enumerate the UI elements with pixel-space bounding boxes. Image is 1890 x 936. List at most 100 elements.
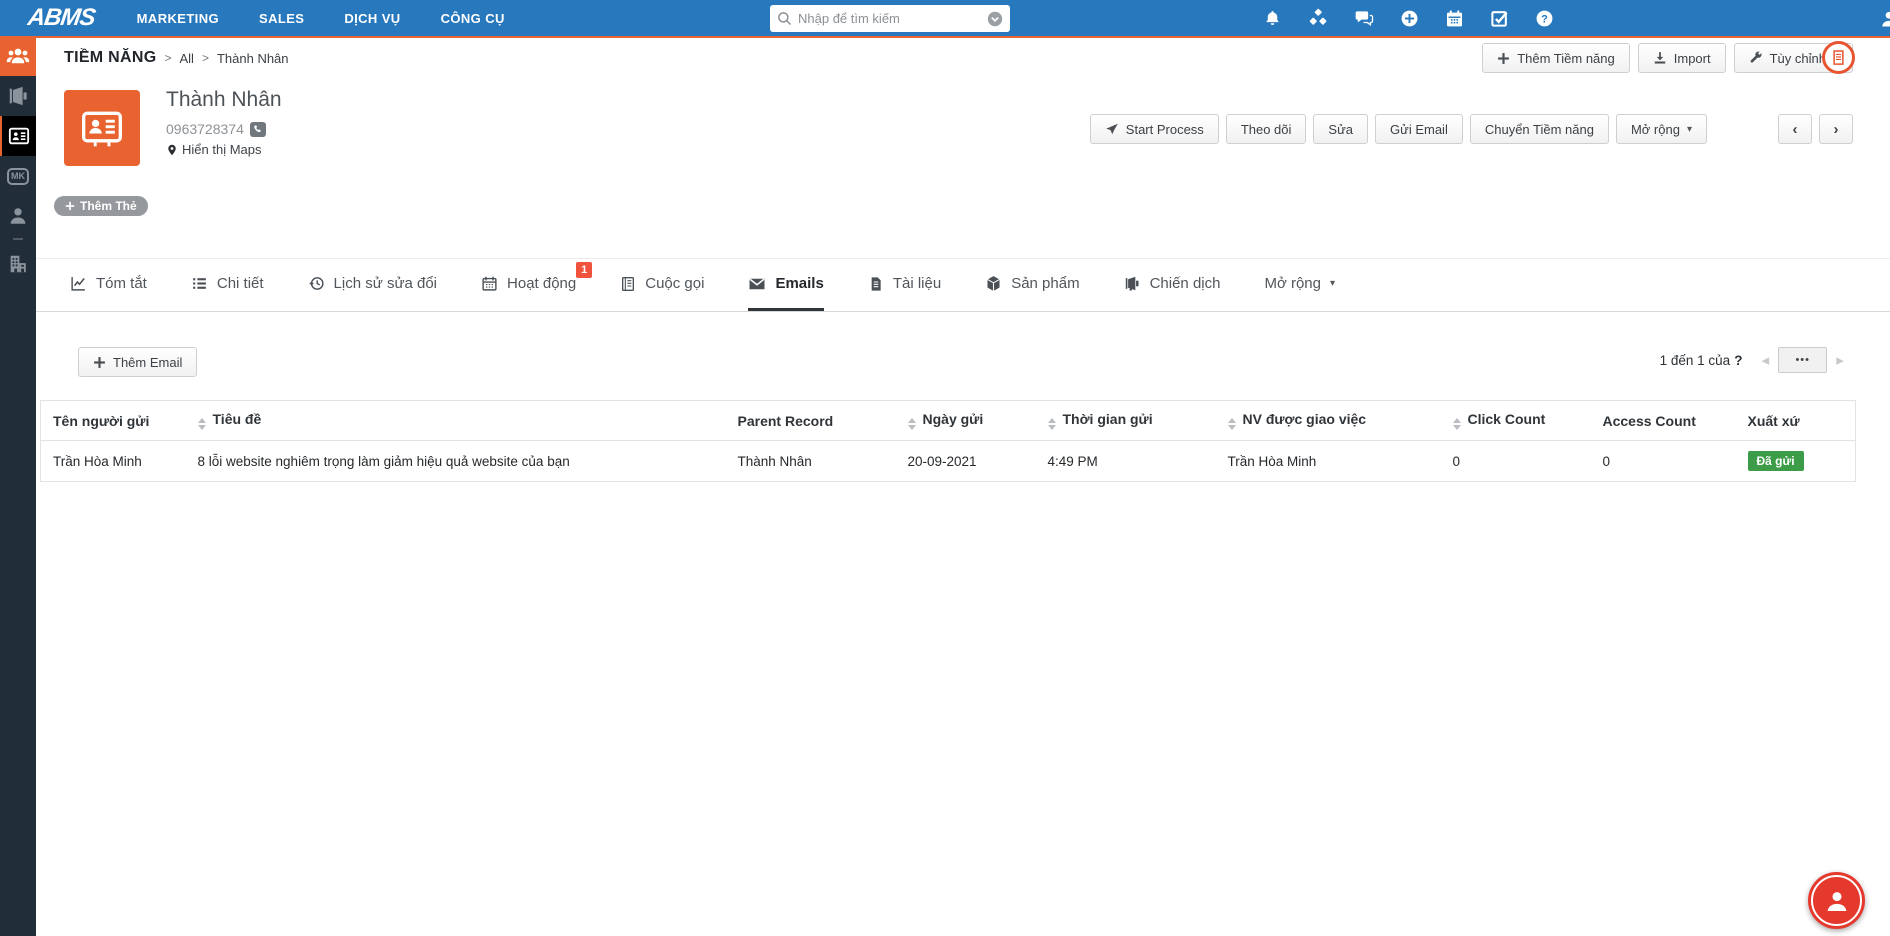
sort-icon[interactable] bbox=[197, 418, 206, 430]
emails-table: Tên người gửi Tiêu đề Parent Record Ngày… bbox=[40, 400, 1856, 482]
cell-origin: Đã gửi bbox=[1735, 440, 1856, 482]
person-icon bbox=[10, 208, 26, 224]
group-users-icon bbox=[6, 48, 30, 64]
tab-mod-history[interactable]: Lịch sử sửa đổi bbox=[308, 259, 437, 311]
follow-button[interactable]: Theo dõi bbox=[1225, 114, 1307, 144]
sort-icon[interactable] bbox=[1227, 418, 1236, 430]
add-tag-button[interactable]: Thêm Thẻ bbox=[54, 196, 148, 216]
search-type-chevron-icon[interactable] bbox=[987, 11, 1003, 27]
page-previous-button[interactable]: ◂ bbox=[1752, 351, 1778, 369]
sort-icon[interactable] bbox=[1047, 418, 1056, 430]
help-question-icon[interactable]: ? bbox=[1535, 9, 1554, 28]
import-button[interactable]: Import bbox=[1637, 43, 1726, 73]
module-toolbar: Thêm Tiềm năng Import Tùy chỉnh ▾ bbox=[1482, 43, 1853, 73]
breadcrumb-separator: > bbox=[201, 51, 209, 65]
add-email-button[interactable]: Thêm Email bbox=[78, 347, 198, 377]
tab-calls[interactable]: Cuộc gọi bbox=[620, 259, 704, 311]
tab-activities[interactable]: Hoạt động 1 bbox=[481, 259, 593, 311]
apps-cubes-icon[interactable] bbox=[1308, 8, 1328, 28]
breadcrumb-record: Thành Nhân bbox=[216, 50, 289, 66]
send-email-button[interactable]: Gửi Email bbox=[1375, 114, 1463, 144]
tab-summary[interactable]: Tóm tắt bbox=[70, 259, 147, 311]
main-menu: MARKETING SALES DỊCH VỤ CÔNG CỤ bbox=[137, 11, 505, 26]
page-more-button[interactable]: ••• bbox=[1778, 347, 1827, 373]
cell-click-count: 0 bbox=[1440, 440, 1591, 482]
support-floating-button[interactable] bbox=[1808, 872, 1865, 929]
app-logo[interactable]: ABMS bbox=[26, 4, 97, 32]
sidebar-item-leads-app[interactable] bbox=[0, 36, 36, 76]
cell-sender: Trần Hòa Minh bbox=[40, 440, 186, 482]
navbar-icons: ? bbox=[1263, 0, 1554, 36]
next-record-button[interactable]: › bbox=[1819, 114, 1853, 144]
plus-icon bbox=[94, 356, 105, 368]
tab-details[interactable]: Chi tiết bbox=[191, 259, 264, 311]
menu-sales[interactable]: SALES bbox=[259, 11, 304, 26]
breadcrumb-list-all[interactable]: All bbox=[180, 51, 194, 66]
download-icon bbox=[1654, 52, 1665, 64]
calendar-icon bbox=[482, 276, 497, 291]
previous-record-button[interactable]: ‹ bbox=[1778, 114, 1812, 144]
cell-access-count: 0 bbox=[1590, 440, 1736, 482]
sort-icon[interactable] bbox=[907, 418, 916, 430]
col-sender: Tên người gửi bbox=[40, 400, 186, 441]
phone-icon bbox=[254, 125, 261, 133]
call-button[interactable] bbox=[249, 121, 266, 137]
tab-campaigns[interactable]: Chiến dịch bbox=[1124, 259, 1220, 311]
col-origin: Xuất xứ bbox=[1735, 400, 1856, 441]
pagination-total[interactable]: ? bbox=[1734, 353, 1742, 368]
more-actions-button[interactable]: Mở rộng ▾ bbox=[1615, 114, 1707, 144]
cell-send-date: 20-09-2021 bbox=[895, 440, 1036, 482]
id-card-icon bbox=[82, 111, 122, 147]
notifications-bell-icon[interactable] bbox=[1263, 9, 1282, 28]
sort-icon[interactable] bbox=[1452, 418, 1461, 430]
quick-add-plus-icon[interactable] bbox=[1400, 9, 1419, 28]
pagination-range: 1 đến 1 của? bbox=[1659, 352, 1743, 368]
pagination-buttons: ◂ ••• ▸ bbox=[1752, 347, 1853, 373]
sidebar-item-users[interactable] bbox=[0, 196, 36, 236]
sidebar-item-organizations[interactable] bbox=[0, 244, 36, 284]
menu-cong-cu[interactable]: CÔNG CỤ bbox=[441, 11, 505, 26]
envelope-icon bbox=[749, 278, 766, 289]
table-row[interactable]: Trần Hòa Minh 8 lỗi website nghiêm trọng… bbox=[40, 440, 1856, 482]
cell-assigned-to: Trần Hòa Minh bbox=[1215, 440, 1441, 482]
show-maps-link[interactable]: Hiển thị Maps bbox=[166, 142, 261, 157]
add-lead-button[interactable]: Thêm Tiềm năng bbox=[1482, 43, 1630, 73]
record-actions: Start Process Theo dõi Sửa Gửi Email Chu… bbox=[1089, 114, 1853, 144]
tab-products[interactable]: Sản phẩm bbox=[985, 259, 1080, 311]
svg-text:?: ? bbox=[1541, 13, 1548, 25]
col-assigned-to: NV được giao việc bbox=[1215, 400, 1441, 441]
global-search[interactable] bbox=[770, 5, 1010, 32]
chat-icon[interactable] bbox=[1354, 8, 1374, 28]
edit-button[interactable]: Sửa bbox=[1313, 114, 1369, 144]
sidebar-item-mk[interactable]: MK bbox=[0, 156, 36, 196]
search-input[interactable] bbox=[798, 11, 981, 26]
calendar-icon[interactable] bbox=[1445, 9, 1464, 28]
sidebar-item-campaigns[interactable] bbox=[0, 76, 36, 116]
pagination: 1 đến 1 của? ◂ ••• ▸ bbox=[1660, 347, 1853, 373]
cell-parent-record[interactable]: Thành Nhân bbox=[725, 440, 896, 482]
cell-subject[interactable]: 8 lỗi website nghiêm trọng làm giảm hiệu… bbox=[185, 440, 726, 482]
breadcrumb: TIỀM NĂNG > All > Thành Nhân Thêm Tiềm n… bbox=[36, 38, 1890, 78]
tab-documents[interactable]: Tài liệu bbox=[868, 259, 941, 311]
start-process-button[interactable]: Start Process bbox=[1089, 114, 1219, 144]
list-icon bbox=[192, 278, 206, 289]
record-phone: 0963728374 bbox=[166, 121, 266, 137]
page-next-button[interactable]: ▸ bbox=[1827, 351, 1853, 369]
col-send-date: Ngày gửi bbox=[895, 400, 1036, 441]
chevron-down-icon: ▾ bbox=[1330, 278, 1336, 289]
col-send-time: Thời gian gửi bbox=[1035, 400, 1216, 441]
notes-floating-button[interactable] bbox=[1822, 41, 1855, 74]
chart-line-icon bbox=[71, 277, 85, 291]
product-box-icon bbox=[987, 276, 1000, 291]
related-toolbar: Thêm Email 1 đến 1 của? ◂ ••• ▸ bbox=[36, 338, 1890, 382]
breadcrumb-module[interactable]: TIỀM NĂNG bbox=[64, 49, 156, 67]
menu-marketing[interactable]: MARKETING bbox=[137, 11, 219, 26]
tab-more[interactable]: Mở rộng ▾ bbox=[1264, 259, 1335, 311]
menu-dich-vu[interactable]: DỊCH VỤ bbox=[344, 11, 400, 26]
tab-emails[interactable]: Emails bbox=[748, 259, 824, 311]
user-profile-icon[interactable] bbox=[1879, 9, 1890, 29]
tasks-check-icon[interactable] bbox=[1490, 9, 1509, 28]
convert-lead-button[interactable]: Chuyển Tiềm năng bbox=[1469, 114, 1609, 144]
cell-send-time: 4:49 PM bbox=[1035, 440, 1216, 482]
sidebar-item-contacts-current[interactable] bbox=[0, 116, 36, 156]
